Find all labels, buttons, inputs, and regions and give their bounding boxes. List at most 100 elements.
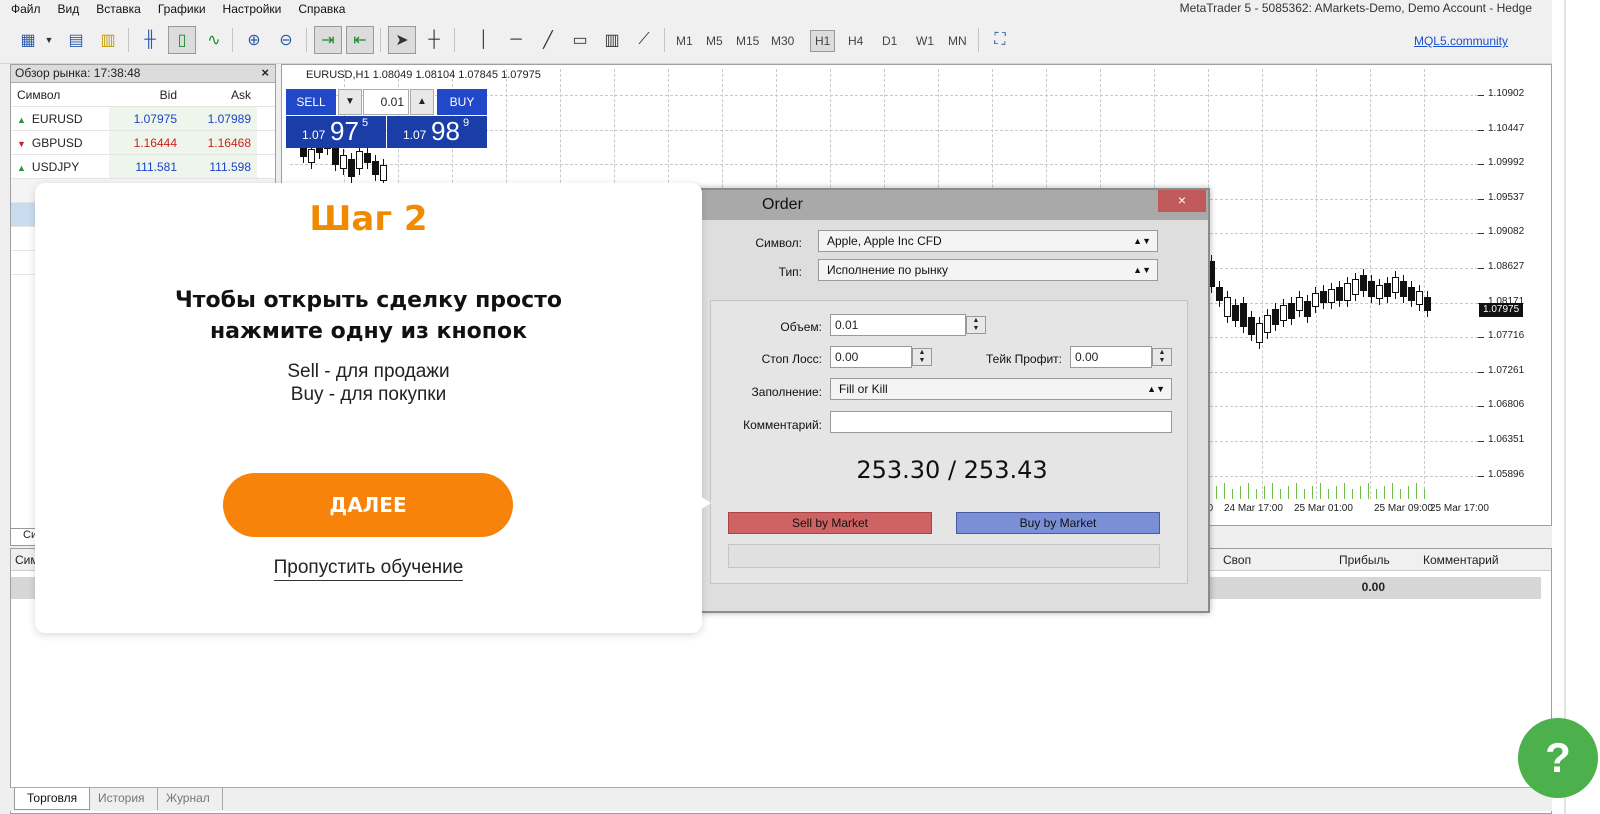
skip-tutorial-link[interactable]: Пропустить обучение bbox=[273, 557, 464, 581]
timeframe-m1[interactable]: M1 bbox=[672, 30, 697, 52]
chevron-down-icon[interactable]: ▼ bbox=[42, 26, 56, 54]
menu-charts[interactable]: Графики bbox=[147, 2, 212, 16]
fibonacci-icon[interactable]: ▥ bbox=[598, 26, 626, 54]
symbol-label: Символ: bbox=[755, 236, 802, 250]
candle-body bbox=[1296, 297, 1303, 311]
one-click-volume-input[interactable]: 0.01 bbox=[363, 89, 409, 115]
close-button[interactable]: × bbox=[1158, 190, 1206, 212]
sell-by-market-button[interactable]: Sell by Market bbox=[728, 512, 932, 534]
fullscreen-icon[interactable]: ⛶ bbox=[986, 26, 1014, 54]
market-watch-row[interactable]: ▼ GBPUSD 1.16444 1.16468 bbox=[11, 131, 275, 155]
autoscroll-icon[interactable]: ⇥ bbox=[314, 26, 342, 54]
tab-journal[interactable]: Журнал bbox=[154, 788, 223, 810]
type-select[interactable]: Исполнение по рынку ▲▼ bbox=[818, 259, 1158, 281]
comment-label: Комментарий: bbox=[743, 418, 822, 432]
axis-tick bbox=[1478, 371, 1484, 373]
price-tick-label: 1.08627 bbox=[1488, 261, 1525, 272]
volume-bar bbox=[1296, 483, 1297, 499]
new-chart-icon[interactable]: ▦ bbox=[14, 26, 42, 54]
trend-line-icon[interactable]: ╱ bbox=[534, 26, 562, 54]
volume-bar bbox=[1248, 483, 1249, 499]
line-chart-icon[interactable]: ∿ bbox=[200, 26, 228, 54]
menu-help[interactable]: Справка bbox=[287, 2, 351, 16]
column-comment[interactable]: Комментарий bbox=[1423, 553, 1499, 567]
one-click-buy-button[interactable]: BUY bbox=[437, 89, 487, 115]
volume-input[interactable]: 0.01 bbox=[830, 314, 966, 336]
vertical-line-icon[interactable]: │ bbox=[470, 26, 498, 54]
mql5-community-link[interactable]: MQL5.community bbox=[1414, 34, 1508, 48]
scrollbar[interactable] bbox=[1564, 0, 1566, 814]
timeframe-d1[interactable]: D1 bbox=[878, 30, 901, 52]
candle-body bbox=[356, 151, 363, 169]
menu-file[interactable]: Файл bbox=[0, 2, 47, 16]
take-profit-input[interactable]: 0.00 bbox=[1070, 346, 1152, 368]
axis-tick bbox=[1478, 475, 1484, 477]
symbol-select[interactable]: Apple, Apple Inc CFD ▲▼ bbox=[818, 230, 1158, 252]
text-label-icon[interactable]: ▭ bbox=[566, 26, 594, 54]
one-click-sell-button[interactable]: SELL bbox=[286, 89, 336, 115]
column-swap[interactable]: Своп bbox=[1223, 553, 1251, 567]
column-symbol[interactable]: Символ bbox=[11, 83, 109, 106]
candlestick-icon[interactable]: ▯ bbox=[168, 26, 196, 54]
axis-tick bbox=[1478, 233, 1484, 235]
timeframe-m15[interactable]: M15 bbox=[732, 30, 763, 52]
elliott-wave-icon[interactable]: ⟋ bbox=[630, 26, 658, 54]
volume-bar bbox=[1264, 486, 1265, 499]
column-ask[interactable]: Ask bbox=[183, 83, 257, 106]
chevron-updown-icon: ▲▼ bbox=[1133, 265, 1151, 275]
tab-history[interactable]: История bbox=[86, 788, 158, 810]
stop-loss-stepper[interactable]: ▲ ▼ bbox=[912, 348, 932, 366]
buy-price-button[interactable]: 1.07 98 9 bbox=[387, 116, 487, 148]
next-button[interactable]: ДАЛЕЕ bbox=[223, 473, 513, 537]
timeframe-m5[interactable]: M5 bbox=[702, 30, 727, 52]
candle-body bbox=[364, 153, 371, 163]
sell-price-button[interactable]: 1.07 97 5 bbox=[286, 116, 386, 148]
candle-body bbox=[1368, 281, 1375, 297]
fill-policy-select[interactable]: Fill or Kill ▲▼ bbox=[830, 378, 1172, 400]
chevron-down-icon[interactable]: ▼ bbox=[338, 89, 362, 115]
timeframe-w1[interactable]: W1 bbox=[912, 30, 938, 52]
axis-tick bbox=[1478, 95, 1484, 96]
price-tick-label: 1.10902 bbox=[1488, 88, 1525, 99]
tab-trade[interactable]: Торговля bbox=[14, 788, 91, 810]
timeframe-m30[interactable]: M30 bbox=[767, 30, 798, 52]
volume-bar bbox=[1312, 486, 1313, 499]
timeframe-h4[interactable]: H4 bbox=[844, 30, 867, 52]
money-icon[interactable]: ▥ bbox=[94, 26, 122, 54]
time-tick-label: 24 Mar 17:00 bbox=[1224, 503, 1283, 514]
take-profit-stepper[interactable]: ▲ ▼ bbox=[1152, 348, 1172, 366]
timeframe-mn[interactable]: MN bbox=[944, 30, 971, 52]
column-profit[interactable]: Прибыль bbox=[1339, 553, 1390, 567]
price-tick-label: 1.09082 bbox=[1488, 226, 1525, 238]
market-watch-row[interactable]: ▲ EURUSD 1.07975 1.07989 bbox=[11, 107, 275, 131]
toolbox-tabs: Торговля История Журнал bbox=[10, 787, 1552, 811]
close-icon[interactable]: × bbox=[261, 65, 269, 80]
bar-chart-icon[interactable]: ╫ bbox=[136, 26, 164, 54]
price-tick-label: 1.10447 bbox=[1488, 122, 1525, 134]
volume-stepper[interactable]: ▲ ▼ bbox=[966, 316, 986, 334]
menu-insert[interactable]: Вставка bbox=[85, 2, 147, 16]
menu-view[interactable]: Вид bbox=[47, 2, 86, 16]
horizontal-line-icon[interactable]: ─ bbox=[502, 26, 530, 54]
price-pips: 98 bbox=[431, 116, 460, 146]
crosshair-icon[interactable]: ┼ bbox=[420, 26, 448, 54]
buy-by-market-button[interactable]: Buy by Market bbox=[956, 512, 1160, 534]
axis-tick bbox=[1478, 441, 1484, 442]
time-tick-label: 25 Mar 09:00 bbox=[1374, 503, 1433, 514]
new-document-icon[interactable]: ▤ bbox=[62, 26, 90, 54]
candle-body bbox=[1344, 283, 1351, 301]
price-fraction: 9 bbox=[463, 117, 470, 129]
stop-loss-input[interactable]: 0.00 bbox=[830, 346, 912, 368]
chart-shift-icon[interactable]: ⇤ bbox=[346, 26, 374, 54]
menu-settings[interactable]: Настройки bbox=[212, 2, 288, 16]
column-bid[interactable]: Bid bbox=[109, 83, 183, 106]
comment-input[interactable] bbox=[830, 411, 1172, 433]
cursor-icon[interactable]: ➤ bbox=[388, 26, 416, 54]
price-axis: 1.10902 1.10447 1.09992 1.09537 1.09082 1.086… bbox=[1478, 65, 1551, 525]
chevron-up-icon[interactable]: ▲ bbox=[410, 89, 434, 115]
help-chat-button[interactable]: ? bbox=[1518, 718, 1598, 798]
zoom-in-icon[interactable]: ⊕ bbox=[240, 26, 268, 54]
timeframe-h1[interactable]: H1 bbox=[810, 30, 836, 52]
market-watch-row[interactable]: ▲ USDJPY 111.581 111.598 bbox=[11, 155, 275, 179]
zoom-out-icon[interactable]: ⊖ bbox=[272, 26, 300, 54]
